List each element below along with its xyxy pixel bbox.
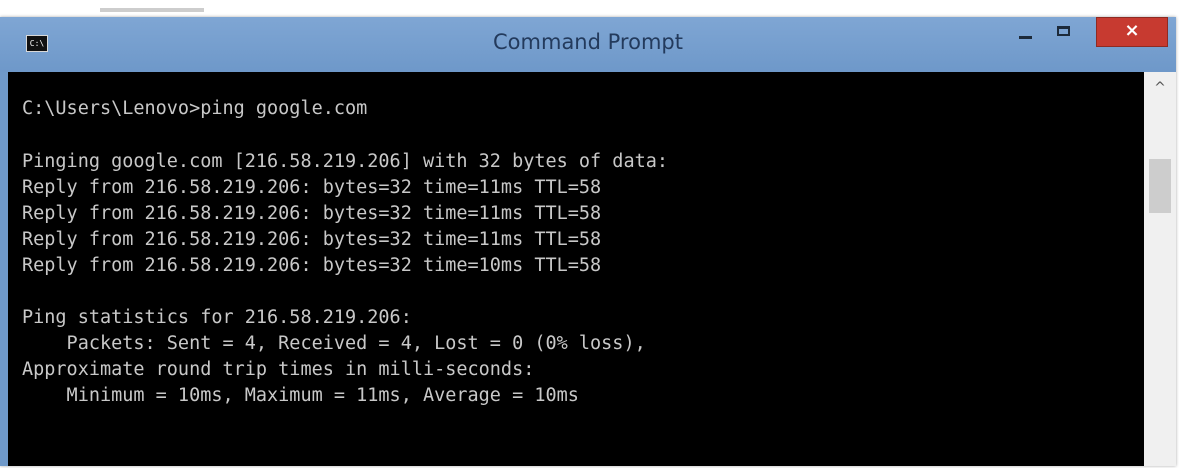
maximize-icon (1057, 26, 1070, 36)
console-line: C:\Users\Lenovo>ping google.com (22, 98, 368, 119)
background-strip (0, 0, 1179, 17)
console-output[interactable]: C:\Users\Lenovo>ping google.com Pinging … (8, 72, 1144, 466)
console-line: Approximate round trip times in milli-se… (22, 359, 535, 380)
window-title: Command Prompt (493, 30, 683, 54)
maximize-button[interactable] (1043, 17, 1083, 45)
console-line: Reply from 216.58.219.206: bytes=32 time… (22, 255, 602, 276)
scroll-up-arrow-icon[interactable]: ^ (1144, 72, 1176, 104)
console-line: Minimum = 10ms, Maximum = 11ms, Average … (22, 385, 579, 406)
console-line: Reply from 216.58.219.206: bytes=32 time… (22, 203, 602, 224)
title-bar[interactable]: C:\ Command Prompt × (0, 17, 1176, 72)
vertical-scrollbar[interactable]: ^ (1144, 72, 1176, 466)
minimize-icon (1019, 36, 1032, 39)
close-icon: × (1124, 20, 1140, 41)
console-line: Reply from 216.58.219.206: bytes=32 time… (22, 229, 602, 250)
close-button[interactable]: × (1096, 17, 1168, 47)
console-line: Ping statistics for 216.58.219.206: (22, 307, 412, 328)
console-line: Reply from 216.58.219.206: bytes=32 time… (22, 177, 602, 198)
command-prompt-window: C:\ Command Prompt × C:\Users\Lenovo>pin… (0, 17, 1176, 466)
scrollbar-thumb[interactable] (1149, 159, 1171, 213)
console-line: Pinging google.com [216.58.219.206] with… (22, 151, 669, 172)
background-text-fragment (100, 8, 204, 12)
console-line: Packets: Sent = 4, Received = 4, Lost = … (22, 333, 646, 354)
minimize-button[interactable] (1010, 17, 1040, 45)
